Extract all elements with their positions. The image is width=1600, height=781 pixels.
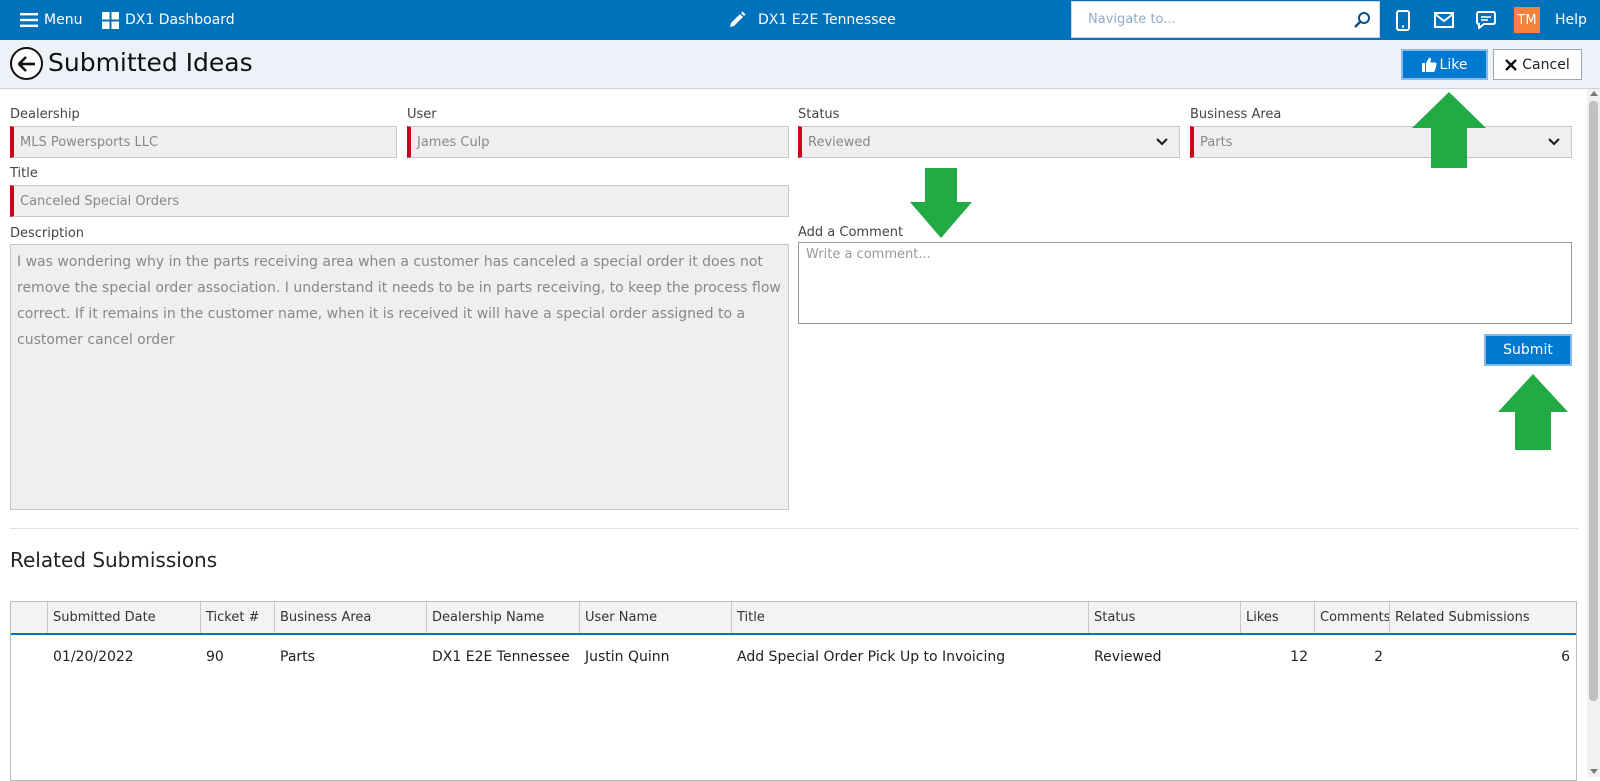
- business-area-label: Business Area: [1190, 107, 1282, 122]
- cell-business-area: Parts: [280, 649, 315, 665]
- arrow-down-icon: [910, 168, 972, 238]
- pencil-icon: [730, 11, 746, 27]
- user-value: James Culp: [417, 134, 490, 150]
- cell-user-name: Justin Quinn: [585, 649, 670, 665]
- location-label: DX1 E2E Tennessee: [758, 12, 896, 28]
- business-area-select[interactable]: Parts: [1190, 126, 1572, 158]
- cell-related-submissions: 6: [1561, 649, 1570, 665]
- column-header-related-submissions[interactable]: Related Submissions: [1389, 602, 1576, 633]
- submit-button[interactable]: Submit: [1484, 334, 1572, 366]
- user-avatar[interactable]: TM: [1514, 7, 1540, 33]
- chat-icon[interactable]: [1475, 9, 1497, 31]
- column-header-submitted-date[interactable]: Submitted Date: [47, 602, 200, 633]
- navigate-search-box: [1071, 1, 1380, 38]
- cancel-button[interactable]: Cancel: [1493, 49, 1582, 80]
- top-nav-bar: Menu DX1 Dashboard DX1 E2E Tennessee TM …: [0, 0, 1600, 40]
- location-selector[interactable]: DX1 E2E Tennessee: [728, 0, 896, 40]
- cell-dealership-name: DX1 E2E Tennessee: [432, 649, 570, 665]
- cell-status: Reviewed: [1094, 649, 1162, 665]
- like-label: Like: [1439, 56, 1468, 73]
- column-header-likes[interactable]: Likes: [1240, 602, 1314, 633]
- help-link[interactable]: Help: [1555, 0, 1587, 40]
- cell-submitted-date: 01/20/2022: [53, 649, 134, 665]
- close-icon: [1505, 58, 1518, 71]
- scrollbar-thumb[interactable]: [1589, 101, 1598, 701]
- menu-button[interactable]: Menu: [20, 0, 82, 40]
- cancel-label: Cancel: [1522, 56, 1570, 73]
- column-header-ticket[interactable]: Ticket #: [200, 602, 274, 633]
- comment-label: Add a Comment: [798, 225, 904, 240]
- business-area-value: Parts: [1200, 134, 1233, 150]
- thumbs-up-icon: [1421, 57, 1437, 72]
- column-header-select[interactable]: [11, 602, 47, 633]
- column-header-status[interactable]: Status: [1088, 602, 1240, 633]
- related-submissions-grid: Submitted Date Ticket # Business Area De…: [10, 601, 1577, 781]
- description-field: I was wondering why in the parts receivi…: [10, 244, 789, 510]
- cell-title: Add Special Order Pick Up to Invoicing: [737, 649, 1006, 665]
- arrow-left-icon: [17, 55, 35, 72]
- user-field: James Culp: [407, 126, 789, 158]
- grid-header: Submitted Date Ticket # Business Area De…: [11, 602, 1576, 635]
- column-header-user-name[interactable]: User Name: [579, 602, 731, 633]
- description-label: Description: [10, 226, 85, 241]
- page-header: Submitted Ideas Like Cancel: [0, 40, 1600, 89]
- dealership-field: MLS Powersports LLC: [10, 126, 397, 158]
- scroll-up-icon[interactable]: [1590, 91, 1598, 96]
- cell-likes: 12: [1290, 649, 1308, 665]
- back-button[interactable]: [10, 47, 43, 80]
- chevron-down-icon: [1548, 138, 1560, 146]
- dashboard-grid-icon: [102, 11, 119, 29]
- mail-icon[interactable]: [1433, 9, 1455, 31]
- arrow-up-icon: [1498, 374, 1568, 450]
- title-value: Canceled Special Orders: [20, 193, 180, 209]
- mobile-icon[interactable]: [1392, 9, 1414, 31]
- menu-label: Menu: [44, 12, 83, 28]
- cell-ticket: 90: [206, 649, 224, 665]
- title-label: Title: [10, 166, 38, 181]
- page-scrollbar[interactable]: [1587, 89, 1600, 777]
- user-label: User: [407, 107, 437, 122]
- dashboard-label: DX1 Dashboard: [125, 12, 235, 28]
- related-submissions-title: Related Submissions: [10, 548, 218, 572]
- dealership-label: Dealership: [10, 107, 80, 122]
- comment-input[interactable]: [799, 243, 1571, 323]
- column-header-title[interactable]: Title: [731, 602, 1088, 633]
- status-label: Status: [798, 107, 840, 122]
- chevron-down-icon: [1156, 138, 1168, 146]
- like-button[interactable]: Like: [1401, 49, 1488, 80]
- arrow-up-icon: [1412, 92, 1486, 168]
- column-header-dealership-name[interactable]: Dealership Name: [426, 602, 579, 633]
- column-header-comments[interactable]: Comments: [1314, 602, 1389, 633]
- hamburger-icon: [20, 13, 38, 27]
- comment-box: [798, 242, 1572, 324]
- navigate-input[interactable]: [1072, 2, 1332, 37]
- cell-comments: 2: [1374, 649, 1383, 665]
- dashboard-link[interactable]: DX1 Dashboard: [102, 0, 235, 40]
- dealership-value: MLS Powersports LLC: [20, 134, 159, 150]
- page-title: Submitted Ideas: [48, 48, 253, 77]
- section-divider: [10, 528, 1578, 529]
- title-field: Canceled Special Orders: [10, 185, 789, 217]
- column-header-business-area[interactable]: Business Area: [274, 602, 426, 633]
- search-icon[interactable]: [1353, 11, 1371, 29]
- status-select[interactable]: Reviewed: [798, 126, 1180, 158]
- scroll-down-icon[interactable]: [1590, 769, 1598, 774]
- status-value: Reviewed: [808, 134, 871, 150]
